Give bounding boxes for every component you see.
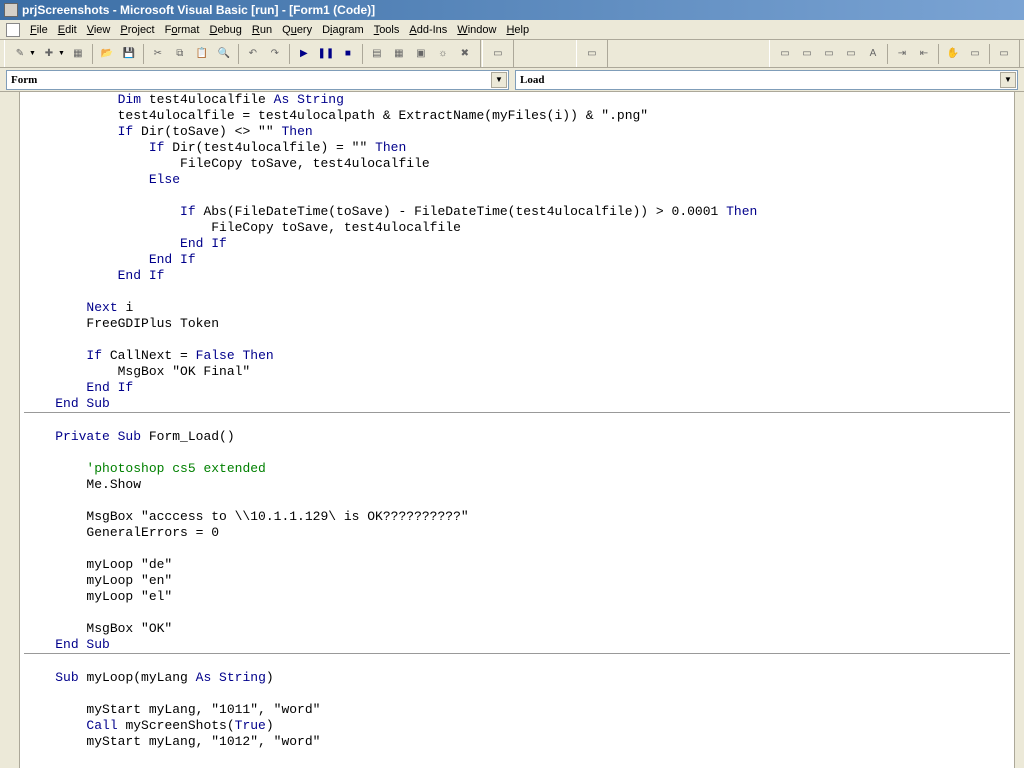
project-explorer-button[interactable]: ▤ bbox=[367, 44, 387, 64]
toolbar: ✎▼ ✚▼ ▦ 📂 💾 ✂ ⧉ 📋 🔍 ↶ ↷ ▶ ❚❚ ■ ▤ ▦ ▣ ☼ ✖… bbox=[0, 40, 1024, 68]
menu-help[interactable]: Help bbox=[506, 24, 529, 36]
menu-debug[interactable]: Debug bbox=[209, 24, 241, 36]
menu-view[interactable]: View bbox=[87, 24, 111, 36]
add-item-button[interactable]: ✚ bbox=[39, 44, 59, 64]
code-nav-bar: Form ▼ Load ▼ bbox=[0, 68, 1024, 92]
bookmark-next-button[interactable]: ▭ bbox=[965, 44, 985, 64]
break-button[interactable]: ❚❚ bbox=[316, 44, 336, 64]
save-button[interactable]: 💾 bbox=[119, 44, 139, 64]
mdi-system-icon[interactable] bbox=[6, 23, 20, 37]
indent-button[interactable]: ⇥ bbox=[892, 44, 912, 64]
menu-diagram[interactable]: Diagram bbox=[322, 24, 364, 36]
menu-edit[interactable]: Edit bbox=[58, 24, 77, 36]
chevron-down-icon[interactable]: ▼ bbox=[491, 72, 507, 88]
form-layout-button[interactable]: ▣ bbox=[411, 44, 431, 64]
menu-file[interactable]: File bbox=[30, 24, 48, 36]
edit-tb-3[interactable]: ▭ bbox=[819, 44, 839, 64]
menu-tools[interactable]: Tools bbox=[374, 24, 400, 36]
menu-format[interactable]: Format bbox=[165, 24, 200, 36]
add-project-button[interactable]: ✎ bbox=[10, 44, 30, 64]
menu-query[interactable]: Query bbox=[282, 24, 312, 36]
edit-tb-4[interactable]: ▭ bbox=[841, 44, 861, 64]
data-view-button[interactable]: ▭ bbox=[488, 44, 508, 64]
window-title: prjScreenshots - Microsoft Visual Basic … bbox=[22, 3, 375, 17]
edit-tb-1[interactable]: ▭ bbox=[775, 44, 795, 64]
right-gutter bbox=[1014, 92, 1024, 768]
procedure-combo[interactable]: Load ▼ bbox=[515, 70, 1018, 90]
window-titlebar: prjScreenshots - Microsoft Visual Basic … bbox=[0, 0, 1024, 20]
copy-button[interactable]: ⧉ bbox=[170, 44, 190, 64]
toolbox-button[interactable]: ✖ bbox=[455, 44, 475, 64]
comment-button[interactable]: ▭ bbox=[994, 44, 1014, 64]
object-combo[interactable]: Form ▼ bbox=[6, 70, 509, 90]
menu-addins[interactable]: Add-Ins bbox=[409, 24, 447, 36]
properties-button[interactable]: ▦ bbox=[389, 44, 409, 64]
code-editor[interactable]: Dim test4ulocalfile As String test4uloca… bbox=[20, 92, 1014, 768]
chevron-down-icon[interactable]: ▼ bbox=[1000, 72, 1016, 88]
find-button[interactable]: 🔍 bbox=[214, 44, 234, 64]
procedure-combo-value: Load bbox=[520, 74, 544, 86]
undo-button[interactable]: ↶ bbox=[243, 44, 263, 64]
bookmark-toggle-button[interactable]: ✋ bbox=[943, 44, 963, 64]
code-margin bbox=[0, 92, 20, 768]
object-combo-value: Form bbox=[11, 74, 37, 86]
cut-button[interactable]: ✂ bbox=[148, 44, 168, 64]
menu-window[interactable]: Window bbox=[457, 24, 496, 36]
paste-button[interactable]: 📋 bbox=[192, 44, 212, 64]
edit-tb-2[interactable]: ▭ bbox=[797, 44, 817, 64]
redo-button[interactable]: ↷ bbox=[265, 44, 285, 64]
edit-tb-5[interactable]: A bbox=[863, 44, 883, 64]
stop-button[interactable]: ■ bbox=[338, 44, 358, 64]
open-button[interactable]: 📂 bbox=[97, 44, 117, 64]
object-browser-button[interactable]: ☼ bbox=[433, 44, 453, 64]
menu-bar: File Edit View Project Format Debug Run … bbox=[0, 20, 1024, 40]
form-grid-button[interactable]: ▭ bbox=[582, 44, 602, 64]
outdent-button[interactable]: ⇤ bbox=[914, 44, 934, 64]
menu-project[interactable]: Project bbox=[120, 24, 154, 36]
code-pane: Dim test4ulocalfile As String test4uloca… bbox=[0, 92, 1024, 768]
menu-editor-button[interactable]: ▦ bbox=[68, 44, 88, 64]
run-button[interactable]: ▶ bbox=[294, 44, 314, 64]
menu-run[interactable]: Run bbox=[252, 24, 272, 36]
app-icon bbox=[4, 3, 18, 17]
